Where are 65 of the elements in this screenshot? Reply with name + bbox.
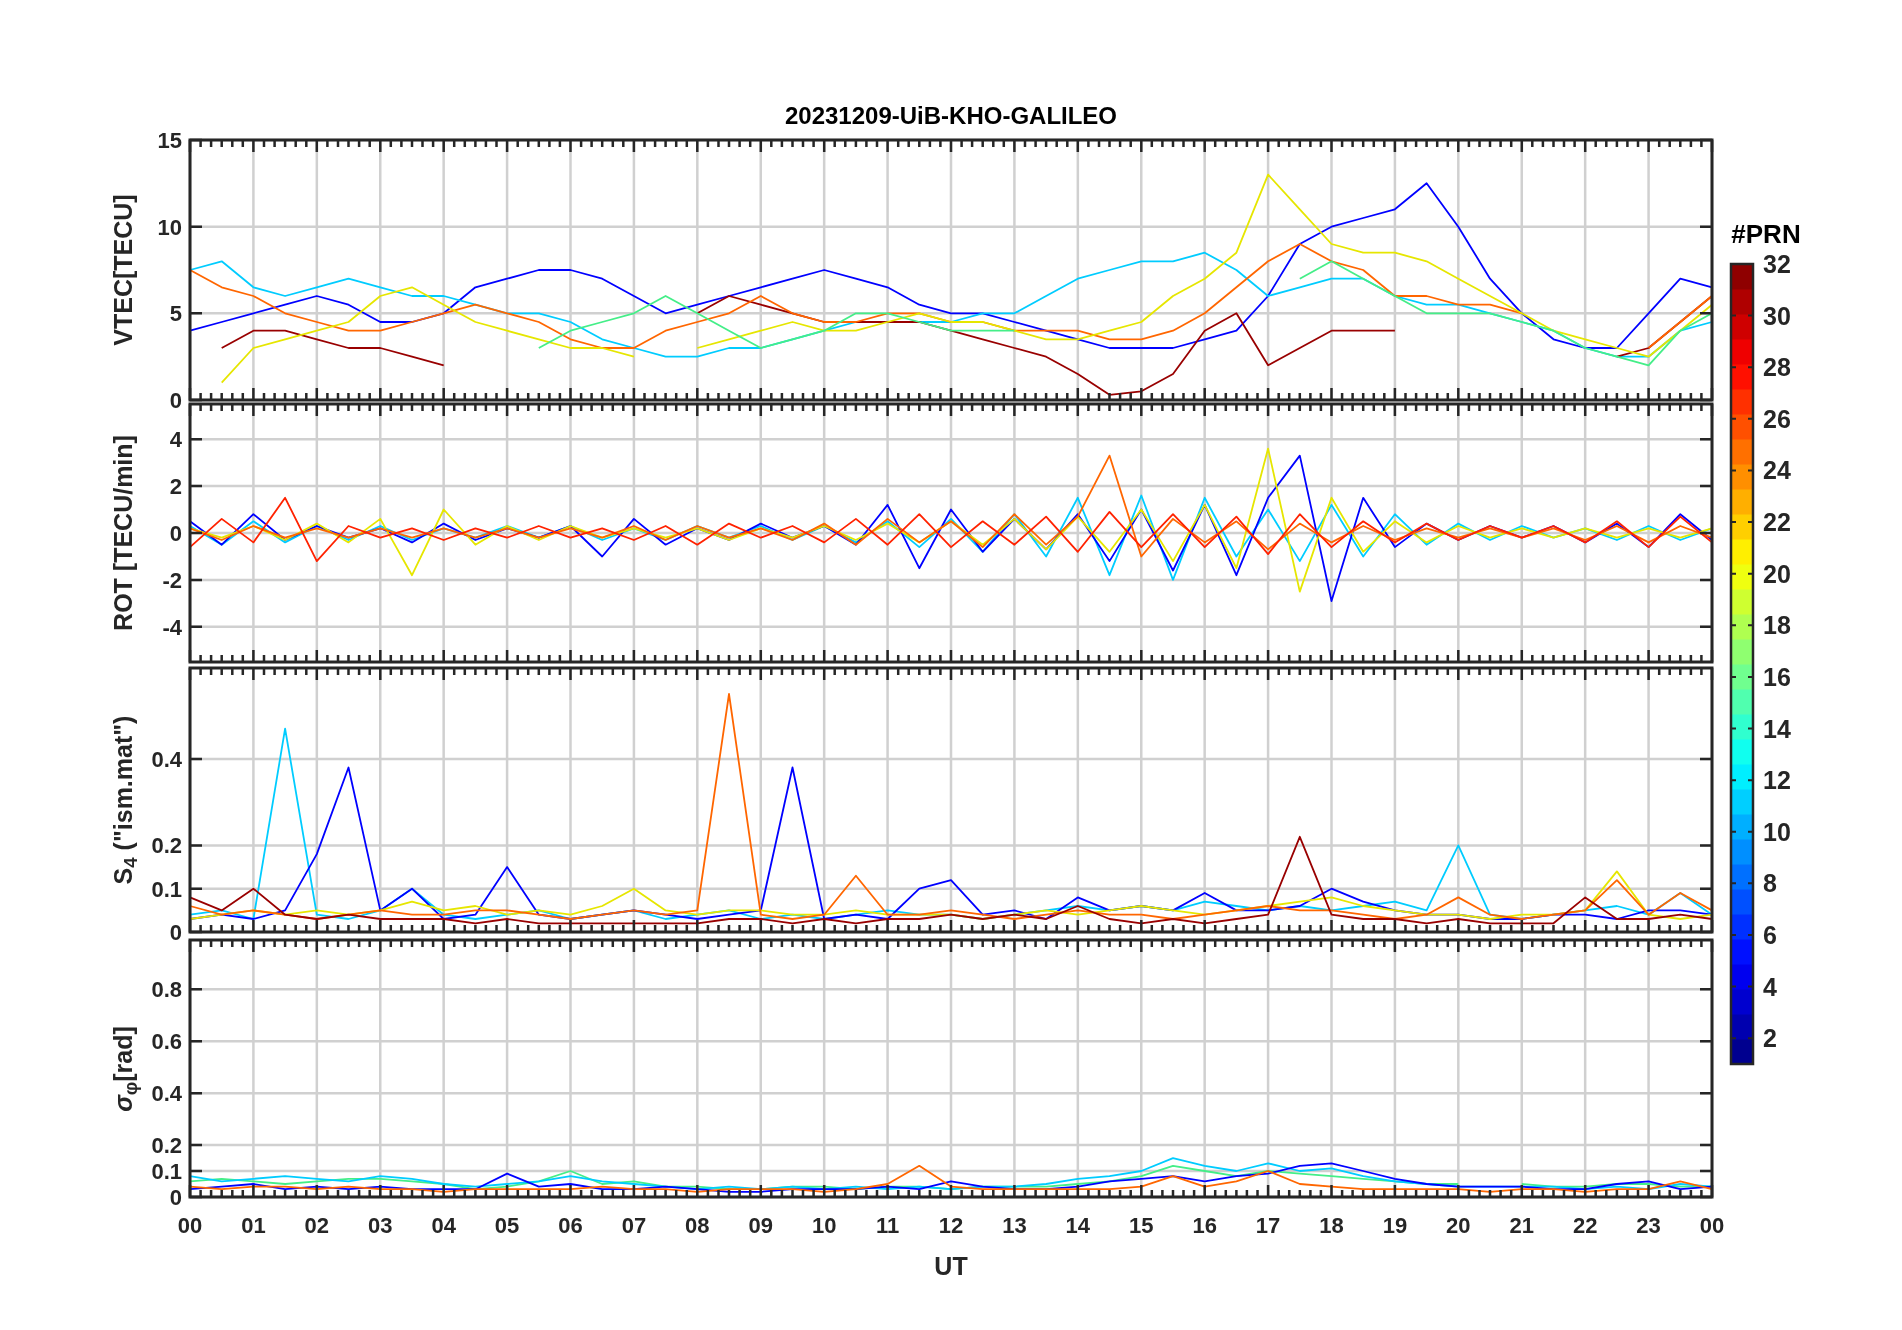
chart-title: 20231209-UiB-KHO-GALILEO [784, 102, 1118, 129]
tick-label: 08 [685, 1213, 710, 1238]
tick-label: -2 [162, 567, 182, 593]
tick-label: 23 [1636, 1213, 1661, 1238]
tick-label: 03 [368, 1213, 393, 1238]
tick-label: 0 [169, 920, 182, 945]
tick-label: 18 [1319, 1213, 1344, 1238]
colorbar-label: 14 [1763, 714, 1791, 743]
tick-label: 0.4 [151, 1081, 182, 1107]
tick-label: 2 [169, 474, 182, 500]
tick-label: 05 [494, 1213, 520, 1238]
tick-label: 06 [558, 1213, 583, 1238]
tick-label: 0 [169, 521, 182, 546]
tick-label: 01 [241, 1213, 266, 1238]
tick-label: 14 [1065, 1213, 1091, 1238]
colorbar-label: 6 [1763, 920, 1777, 949]
tick-label: 15 [157, 128, 182, 153]
tick-label: -4 [162, 614, 182, 640]
colorbar-label: 12 [1763, 766, 1791, 795]
colorbar-label: 2 [1763, 1024, 1777, 1053]
colorbar-label: 4 [1763, 972, 1777, 1001]
colorbar-label: 22 [1763, 508, 1791, 537]
tick-label: 0.2 [151, 833, 182, 859]
colorbar-label: 8 [1763, 869, 1777, 898]
axis-label: UT [934, 1252, 968, 1280]
colorbar-title: #PRN [1731, 219, 1801, 249]
tick-label: 19 [1382, 1213, 1408, 1238]
tick-label: 00 [1699, 1213, 1725, 1238]
tick-label: 16 [1192, 1213, 1217, 1238]
colorbar-label: 18 [1763, 611, 1791, 640]
tick-label: 10 [811, 1213, 837, 1238]
tick-label: 17 [1255, 1213, 1281, 1238]
colorbar-label: 10 [1763, 817, 1791, 846]
tick-label: 0 [169, 388, 182, 413]
tick-label: 0.6 [151, 1029, 182, 1055]
tick-label: 12 [938, 1213, 964, 1238]
tick-label: 00 [177, 1213, 203, 1238]
tick-label: 11 [875, 1213, 900, 1238]
tick-label: 09 [748, 1213, 773, 1238]
colorbar-label: 32 [1763, 250, 1791, 278]
tick-label: 13 [1002, 1213, 1027, 1238]
colorbar-label: 20 [1763, 559, 1791, 588]
tick-label: 0.2 [151, 1133, 182, 1159]
tick-label: 22 [1572, 1213, 1598, 1238]
tick-label: 0.1 [151, 1159, 182, 1185]
tick-label: 15 [1129, 1213, 1154, 1238]
colorbar-label: 30 [1763, 301, 1791, 330]
tick-label: 4 [169, 427, 182, 453]
tick-label: 0.4 [151, 746, 182, 772]
tick-label: 07 [621, 1213, 647, 1238]
tick-label: 5 [169, 301, 182, 327]
tick-label: 0.1 [151, 876, 182, 902]
tick-label: 0.8 [151, 977, 182, 1003]
axis-label: VTEC[TECU] [108, 193, 139, 348]
tick-label: 21 [1509, 1213, 1534, 1238]
colorbar-label: 16 [1763, 662, 1791, 691]
tick-label: 04 [431, 1213, 456, 1238]
axis-label: ROT [TECU/min] [108, 434, 139, 633]
colorbar-label: 24 [1763, 456, 1791, 485]
tick-label: 02 [304, 1213, 330, 1238]
tick-label: 0 [169, 1185, 182, 1210]
tick-label: 20 [1446, 1213, 1471, 1238]
tick-label: 10 [157, 214, 182, 240]
colorbar-label: 28 [1763, 353, 1791, 382]
colorbar-label: 26 [1763, 404, 1791, 433]
